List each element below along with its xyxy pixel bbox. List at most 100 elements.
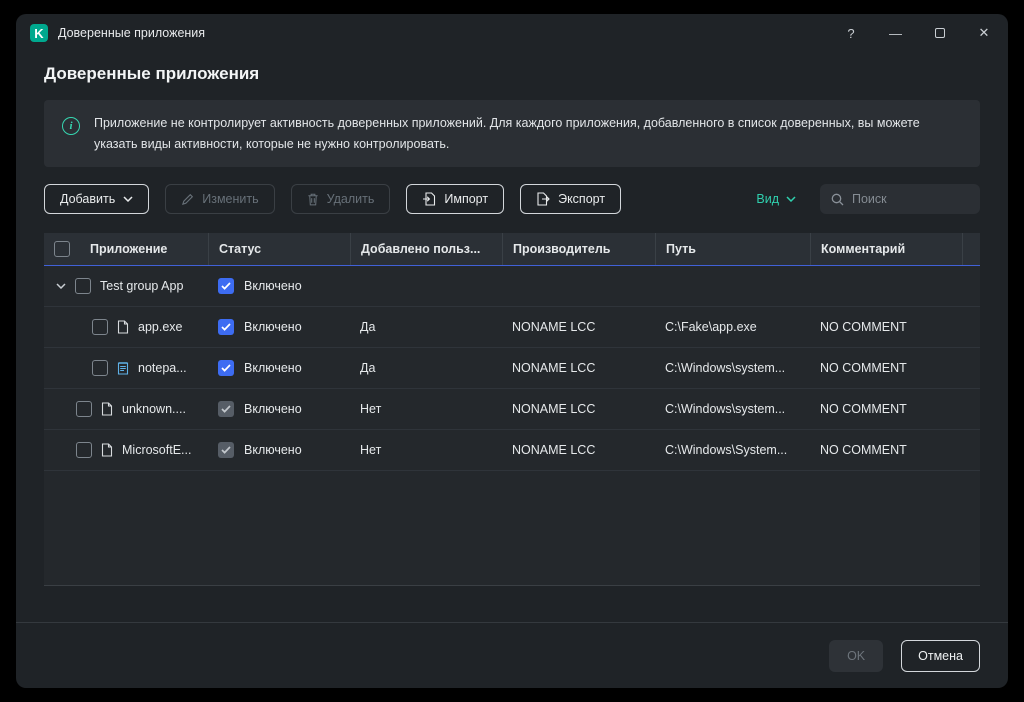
file-icon [117,320,129,334]
edit-button[interactable]: Изменить [165,184,275,215]
added-by-user-value: Нет [360,443,382,458]
export-button[interactable]: Экспорт [520,184,622,215]
status-label: Включено [244,443,302,458]
path-value: C:\Windows\system... [665,402,786,417]
path-value: C:\Windows\System... [665,443,788,458]
window-title: Доверенные приложения [58,26,206,40]
check-icon [221,405,231,414]
search-input[interactable] [852,192,969,207]
row-checkbox[interactable] [76,442,92,459]
maximize-icon [935,28,945,38]
application-name: notepa... [138,361,187,376]
table-row[interactable]: MicrosoftE... Включено Нет NONAME LCC C:… [44,430,980,472]
status-checkbox[interactable] [218,401,234,418]
title-bar: K Доверенные приложения ? — ✕ [16,14,1008,52]
column-header-status[interactable]: Статус [208,233,350,266]
check-icon [221,282,231,291]
expand-chevron-icon[interactable] [56,283,66,290]
import-button[interactable]: Импорт [406,184,505,215]
cancel-button[interactable]: Отмена [901,639,980,672]
pencil-icon [182,193,194,205]
chevron-down-icon [123,196,133,203]
status-checkbox[interactable] [218,442,234,459]
path-value: C:\Windows\system... [665,361,786,376]
footer-bar: OK Отмена [16,622,1008,688]
group-name: Test group App [100,279,184,294]
status-label: Включено [244,402,302,417]
vendor-value: NONAME LCC [512,402,596,417]
row-checkbox[interactable] [75,278,91,295]
comment-value: NO COMMENT [820,361,907,376]
added-by-user-value: Да [360,320,376,335]
status-checkbox[interactable] [218,278,234,295]
page-title: Доверенные приложения [44,64,260,83]
view-dropdown-label: Вид [756,192,779,207]
maximize-button[interactable] [934,28,946,38]
file-icon [101,402,113,416]
trash-icon [307,193,318,206]
import-icon [423,192,436,206]
table-row[interactable]: unknown.... Включено Нет NONAME LCC C:\W… [44,389,980,431]
info-banner-text: Приложение не контролирует активность до… [94,116,920,151]
application-name: MicrosoftE... [122,443,192,458]
vendor-value: NONAME LCC [512,443,596,458]
column-header-added-by-user[interactable]: Добавлено польз... [350,233,502,266]
view-dropdown[interactable]: Вид [756,192,796,206]
column-header-extra [962,233,983,266]
application-name: app.exe [138,320,183,335]
help-button[interactable]: ? [845,26,857,41]
check-icon [221,446,231,455]
column-header-vendor[interactable]: Производитель [502,233,655,266]
info-icon: i [62,117,80,135]
applications-table: Приложение Статус Добавлено польз... Про… [44,233,983,587]
status-checkbox[interactable] [218,360,234,377]
app-window: K Доверенные приложения ? — ✕ Доверенные… [16,14,1008,688]
minimize-button[interactable]: — [889,26,902,41]
kaspersky-logo-icon: K [30,24,48,42]
select-all-checkbox[interactable] [54,241,70,258]
notepad-icon [117,362,129,375]
status-label: Включено [244,279,302,294]
check-icon [221,364,231,373]
delete-button[interactable]: Удалить [290,184,391,215]
column-header-application[interactable]: Приложение [80,233,208,265]
row-checkbox[interactable] [76,401,92,418]
vendor-value: NONAME LCC [512,320,596,335]
add-button-label: Добавить [60,192,116,207]
table-row[interactable]: app.exe Включено Да NONAME LCC C:\Fake\a… [44,307,980,349]
row-checkbox[interactable] [92,360,108,377]
table-body: Test group App Включено app.exe Включено [44,266,980,587]
info-banner: i Приложение не контролирует активность … [44,100,980,168]
add-button[interactable]: Добавить [44,184,150,215]
status-label: Включено [244,361,302,376]
comment-value: NO COMMENT [820,402,907,417]
export-icon [537,192,550,206]
check-icon [221,323,231,332]
table-row[interactable]: notepa... Включено Да NONAME LCC C:\Wind… [44,348,980,390]
comment-value: NO COMMENT [820,320,907,335]
added-by-user-value: Нет [360,402,382,417]
table-header: Приложение Статус Добавлено польз... Про… [44,233,983,267]
import-button-label: Импорт [444,192,489,207]
table-row-group[interactable]: Test group App Включено [44,266,980,308]
toolbar: Добавить Изменить Удалить Импорт Экспорт… [44,184,980,215]
row-checkbox[interactable] [92,319,108,336]
column-header-comment[interactable]: Комментарий [810,233,962,266]
close-button[interactable]: ✕ [978,25,990,41]
path-value: C:\Fake\app.exe [665,320,757,335]
file-icon [101,443,113,457]
delete-button-label: Удалить [326,192,375,207]
export-button-label: Экспорт [558,192,606,207]
column-header-path[interactable]: Путь [655,233,810,266]
ok-button[interactable]: OK [829,639,884,672]
search-box [820,184,980,215]
status-label: Включено [244,320,302,335]
table-empty-area [44,471,980,585]
edit-button-label: Изменить [202,192,259,207]
comment-value: NO COMMENT [820,443,907,458]
search-icon [831,193,844,206]
status-checkbox[interactable] [218,319,234,336]
application-name: unknown.... [122,402,186,417]
chevron-down-icon [786,196,796,203]
